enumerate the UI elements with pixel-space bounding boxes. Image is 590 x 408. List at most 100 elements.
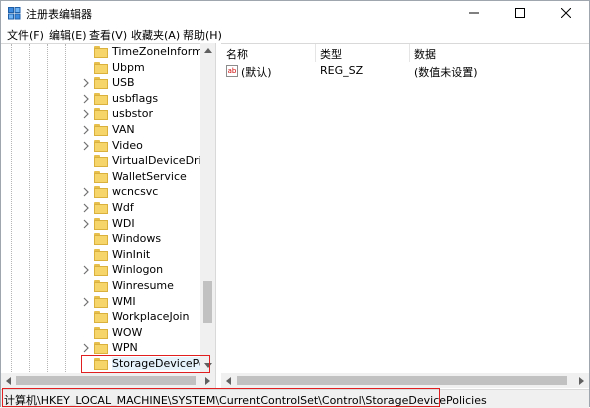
value-list[interactable]: 名称 类型 数据 ab (默认) REG_SZ (数值未设置) <box>221 43 589 374</box>
title-bar[interactable]: 注册表编辑器 <box>1 1 589 25</box>
maximize-button[interactable] <box>497 1 543 25</box>
folder-icon <box>94 124 108 136</box>
value-name: (默认) <box>241 66 272 79</box>
tree-item-label: WMI <box>112 294 136 308</box>
close-button[interactable] <box>543 1 589 25</box>
tree-vertical-scroll-thumb[interactable] <box>203 281 212 323</box>
tree-item[interactable]: VirtualDeviceDrivers <box>81 153 215 169</box>
tree-guide <box>29 44 30 374</box>
menu-view[interactable]: 查看(V) <box>89 27 127 43</box>
scroll-left-arrow-icon[interactable] <box>1 373 16 388</box>
tree-item-label: USB <box>112 76 135 90</box>
chevron-right-icon[interactable] <box>81 343 91 353</box>
tree-item-label: Windows <box>112 232 162 246</box>
tree-item[interactable]: Winresume <box>81 278 211 294</box>
chevron-right-icon[interactable] <box>81 219 91 229</box>
tree-item[interactable]: Winlogon <box>81 262 211 278</box>
value-data: (数值未设置) <box>414 66 478 79</box>
chevron-right-icon[interactable] <box>81 265 91 275</box>
menu-help[interactable]: 帮助(H) <box>183 27 222 43</box>
tree-guide <box>11 44 12 374</box>
tree-guide <box>47 44 48 374</box>
tree-item-label: Wdf <box>112 201 134 214</box>
folder-icon <box>94 280 108 292</box>
tree-item-label: wcncsvc <box>112 185 159 199</box>
tree-horizontal-scrollbar[interactable] <box>1 373 215 388</box>
value-row[interactable]: ab (默认) REG_SZ (数值未设置) <box>221 63 589 79</box>
tree-item-label: WPN <box>112 341 138 355</box>
tree-item[interactable]: WPN <box>81 340 211 356</box>
chevron-right-icon[interactable] <box>81 141 91 151</box>
tree-item[interactable]: WMI <box>81 294 211 310</box>
folder-icon <box>94 77 108 90</box>
tree-item-label: Video <box>112 138 143 152</box>
column-divider[interactable] <box>409 44 410 62</box>
window-title: 注册表编辑器 <box>26 8 92 21</box>
folder-icon <box>94 108 108 121</box>
folder-icon <box>94 295 108 308</box>
tree-item[interactable]: wcncsvc <box>81 184 211 200</box>
column-header-data[interactable]: 数据 <box>414 46 436 62</box>
list-horizontal-scroll-thumb[interactable] <box>237 376 567 385</box>
minimize-button[interactable] <box>451 1 497 25</box>
tree-horizontal-scroll-thumb[interactable] <box>16 376 196 385</box>
chevron-right-icon[interactable] <box>81 187 91 197</box>
tree-item[interactable]: usbstor <box>81 106 211 122</box>
new-key-highlight-box <box>81 355 210 373</box>
value-type: REG_SZ <box>320 64 364 77</box>
menu-favorites[interactable]: 收藏夹(A) <box>131 27 180 43</box>
tree-item[interactable]: usbflags <box>81 91 211 107</box>
chevron-right-icon[interactable] <box>81 125 91 135</box>
tree-item-label: WDI <box>112 216 135 230</box>
tree-item-label: VAN <box>112 123 135 136</box>
tree-item[interactable]: WOW <box>81 325 211 341</box>
chevron-right-icon[interactable] <box>81 78 91 88</box>
tree-item[interactable]: Ubpm <box>81 60 211 76</box>
chevron-right-icon[interactable] <box>81 203 91 213</box>
tree-vertical-scrollbar[interactable] <box>200 43 215 373</box>
tree-item[interactable]: WalletService <box>81 169 211 185</box>
folder-icon <box>94 248 108 261</box>
tree-guide <box>65 44 66 374</box>
menu-edit[interactable]: 编辑(E) <box>49 27 87 43</box>
registry-app-icon <box>8 7 21 20</box>
chevron-right-icon[interactable] <box>81 297 91 307</box>
column-divider[interactable] <box>315 44 316 62</box>
close-icon <box>561 8 571 18</box>
tree-item[interactable]: Wdf <box>81 200 211 216</box>
tree-item[interactable]: TimeZoneInformatic <box>81 44 215 60</box>
column-header-name[interactable]: 名称 <box>226 46 248 62</box>
registry-tree[interactable]: TimeZoneInformatic Ubpm USB usbflags usbstor… <box>1 43 215 374</box>
scroll-right-arrow-icon[interactable] <box>200 373 215 388</box>
path-highlight-box <box>2 388 440 407</box>
menu-file[interactable]: 文件(F) <box>7 27 44 43</box>
tree-item[interactable]: WDI <box>81 216 211 232</box>
tree-item-label: WorkplaceJoin <box>112 310 190 324</box>
scroll-up-arrow-icon[interactable] <box>200 43 215 58</box>
folder-icon <box>94 155 108 168</box>
folder-icon <box>94 311 108 324</box>
string-value-icon: ab <box>226 65 238 77</box>
tree-item[interactable]: Video <box>81 138 211 154</box>
tree-item[interactable]: WinInit <box>81 247 211 263</box>
tree-item[interactable]: WorkplaceJoin <box>81 309 211 325</box>
chevron-right-icon[interactable] <box>81 109 91 119</box>
tree-item-label: WalletService <box>112 169 187 183</box>
tree-item[interactable]: VAN <box>81 122 211 138</box>
tree-item[interactable]: Windows <box>81 231 211 247</box>
tree-item-label: Winresume <box>112 279 174 292</box>
scroll-left-arrow-icon[interactable] <box>221 373 236 388</box>
folder-icon <box>94 61 108 74</box>
tree-item-label: WOW <box>112 325 143 339</box>
folder-icon <box>94 264 108 277</box>
list-horizontal-scrollbar[interactable] <box>221 373 589 388</box>
scroll-right-arrow-icon[interactable] <box>574 373 589 388</box>
tree-item-label: usbflags <box>112 91 159 105</box>
folder-icon <box>94 342 108 355</box>
tree-item[interactable]: USB <box>81 75 211 91</box>
column-header-type[interactable]: 类型 <box>320 46 342 62</box>
tree-item-label: usbstor <box>112 107 153 121</box>
maximize-icon <box>515 8 525 18</box>
folder-icon <box>94 326 108 339</box>
chevron-right-icon[interactable] <box>81 94 91 104</box>
